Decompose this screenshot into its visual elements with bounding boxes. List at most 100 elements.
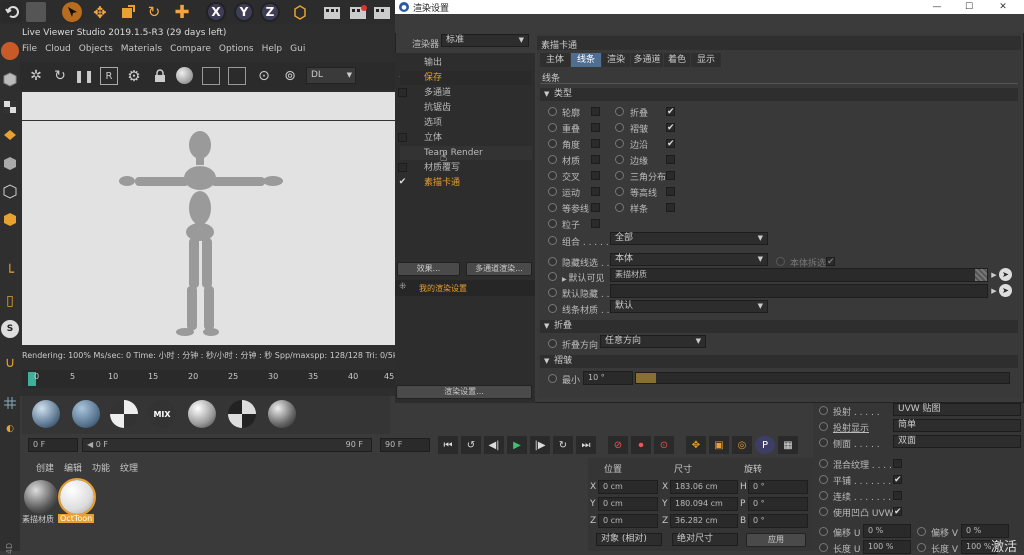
tree-item-stereo[interactable]: 立体 xyxy=(400,131,532,145)
intersection-checkbox[interactable] xyxy=(591,171,600,180)
add-tool-icon[interactable]: ✚ xyxy=(172,2,192,23)
goto-start-icon[interactable]: ⏮ xyxy=(438,436,458,454)
key-rotation-icon[interactable]: ◎ xyxy=(732,436,752,454)
fold-direction-dropdown[interactable]: 任意方向 ▼ xyxy=(600,335,706,348)
tab-display[interactable]: 显示 xyxy=(691,53,721,67)
key-pla-icon[interactable]: ▦ xyxy=(778,436,798,454)
rotate-tool-icon[interactable]: ↻ xyxy=(144,2,164,22)
render-picture-icon[interactable] xyxy=(348,2,368,22)
pos-y-field[interactable]: 0 cm xyxy=(598,497,658,511)
menu-gui[interactable]: Gui xyxy=(290,44,305,58)
cube-icon[interactable] xyxy=(1,70,19,88)
radio-min[interactable] xyxy=(548,374,557,383)
outline-checkbox[interactable] xyxy=(591,107,600,116)
seamless-checkbox[interactable] xyxy=(893,491,902,500)
tab-lines[interactable]: 线条 xyxy=(571,53,601,67)
arrow-right-icon[interactable]: ▶ xyxy=(990,268,998,282)
menu-function[interactable]: 功能 xyxy=(92,461,110,475)
menu-compare[interactable]: Compare xyxy=(170,44,211,58)
material-ball-3[interactable] xyxy=(110,400,138,428)
radio-intersection[interactable] xyxy=(548,171,557,180)
offset-u-field[interactable]: 0 % xyxy=(863,524,911,538)
size-y-field[interactable]: 180.094 cm xyxy=(670,497,738,511)
menu-materials[interactable]: Materials xyxy=(121,44,162,58)
radio-angle[interactable] xyxy=(548,139,557,148)
radio-particle[interactable] xyxy=(548,219,557,228)
angle-checkbox[interactable] xyxy=(591,139,600,148)
x-axis-icon[interactable]: X xyxy=(206,2,226,22)
section-type[interactable]: ▼ 类型 xyxy=(540,88,1018,101)
redo-icon[interactable] xyxy=(26,2,46,22)
radio-border[interactable] xyxy=(615,139,624,148)
rot-p-field[interactable]: 0 ° xyxy=(748,497,808,511)
border-checkbox[interactable]: ✔ xyxy=(666,139,675,149)
arrow-right-icon-2[interactable]: ▶ xyxy=(990,284,998,298)
menu-cloud[interactable]: Cloud xyxy=(45,44,71,58)
magnet-icon[interactable]: ∪ xyxy=(1,354,19,372)
keyframe-select-icon[interactable]: ⊙ xyxy=(654,436,674,454)
hidden-lines-dropdown[interactable]: 本体 ▼ xyxy=(610,253,768,266)
prev-frame-icon[interactable]: ◀| xyxy=(484,436,504,454)
goto-end-icon[interactable]: ⏭ xyxy=(576,436,596,454)
rot-h-field[interactable]: 0 ° xyxy=(748,480,808,494)
restart-icon[interactable]: ↻ xyxy=(50,66,70,86)
mouse-icon[interactable]: ▯ xyxy=(1,292,19,310)
coordinate-system-icon[interactable] xyxy=(290,2,310,22)
motion-checkbox[interactable] xyxy=(591,187,600,196)
tree-item-output[interactable]: 输出 xyxy=(400,56,532,70)
checker-icon[interactable] xyxy=(1,98,19,116)
tree-item-options[interactable]: 选项 xyxy=(400,116,532,130)
play-icon[interactable]: ▶ xyxy=(507,436,527,454)
render-settings-icon[interactable] xyxy=(372,2,392,22)
clay-mode-icon[interactable] xyxy=(202,67,220,85)
isoparm-checkbox[interactable] xyxy=(591,203,600,212)
radio-hidden-lines[interactable] xyxy=(548,257,557,266)
rot-b-field[interactable]: 0 ° xyxy=(748,514,808,528)
minimize-icon[interactable]: — xyxy=(927,0,947,14)
pos-z-field[interactable]: 0 cm xyxy=(598,514,658,528)
tree-item-team-render[interactable]: Team Render xyxy=(400,146,532,160)
attr-radio-1[interactable] xyxy=(819,406,828,415)
radio-triangulation[interactable] xyxy=(615,171,624,180)
render-settings-button[interactable]: 渲染设置... xyxy=(396,385,532,399)
move-tool-icon[interactable]: ✥ xyxy=(90,2,110,22)
radio-combine[interactable] xyxy=(548,236,557,245)
attr-radio-9[interactable] xyxy=(917,527,926,536)
multipass-render-button[interactable]: 多通道渲染... xyxy=(466,262,532,276)
point-mode-icon[interactable] xyxy=(1,182,19,200)
radio-fold[interactable] xyxy=(615,107,624,116)
world-icon[interactable] xyxy=(1,42,19,60)
radio-edge[interactable] xyxy=(615,155,624,164)
key-scale-icon[interactable]: ▣ xyxy=(709,436,729,454)
spline-checkbox[interactable] xyxy=(666,203,675,212)
menu-edit[interactable]: 编辑 xyxy=(64,461,82,475)
pick-icon-2[interactable]: ➤ xyxy=(999,284,1012,297)
attr-radio-2[interactable] xyxy=(819,422,828,431)
texture-icon[interactable] xyxy=(1,126,19,144)
triangulation-checkbox[interactable] xyxy=(666,171,675,180)
gear-icon[interactable]: ⚙ xyxy=(124,66,144,86)
line-material-dropdown[interactable]: 默认 ▼ xyxy=(610,300,768,313)
material-ball-2[interactable] xyxy=(72,400,100,428)
radio-isoparm[interactable] xyxy=(548,203,557,212)
region-icon[interactable]: R xyxy=(100,67,118,85)
lock-icon[interactable]: ◐ xyxy=(1,420,19,438)
radio-spline[interactable] xyxy=(615,203,624,212)
scale-tool-icon[interactable] xyxy=(118,2,138,22)
maximize-icon[interactable]: ☐ xyxy=(959,0,979,14)
combine-dropdown[interactable]: 全部 ▼ xyxy=(610,232,768,245)
material-ball-7[interactable] xyxy=(268,400,296,428)
mix-texture-checkbox[interactable] xyxy=(893,459,902,468)
radio-default-hidden[interactable] xyxy=(548,288,557,297)
tree-item-sketch-toon[interactable]: 素描卡通 xyxy=(400,176,532,190)
size-z-field[interactable]: 36.282 cm xyxy=(670,514,738,528)
start-frame-field[interactable]: 0 F xyxy=(28,438,78,452)
projection-display-dropdown[interactable]: 简单 xyxy=(893,419,1021,432)
key-position-icon[interactable]: ✥ xyxy=(686,436,706,454)
y-axis-icon[interactable]: Y xyxy=(234,2,254,22)
tab-main[interactable]: 主体 xyxy=(540,53,570,67)
attr-radio-3[interactable] xyxy=(819,438,828,447)
renderer-dropdown[interactable]: 标准 ▼ xyxy=(441,34,529,47)
material-ball-6[interactable] xyxy=(228,400,256,428)
material-checkbox[interactable] xyxy=(591,155,600,164)
